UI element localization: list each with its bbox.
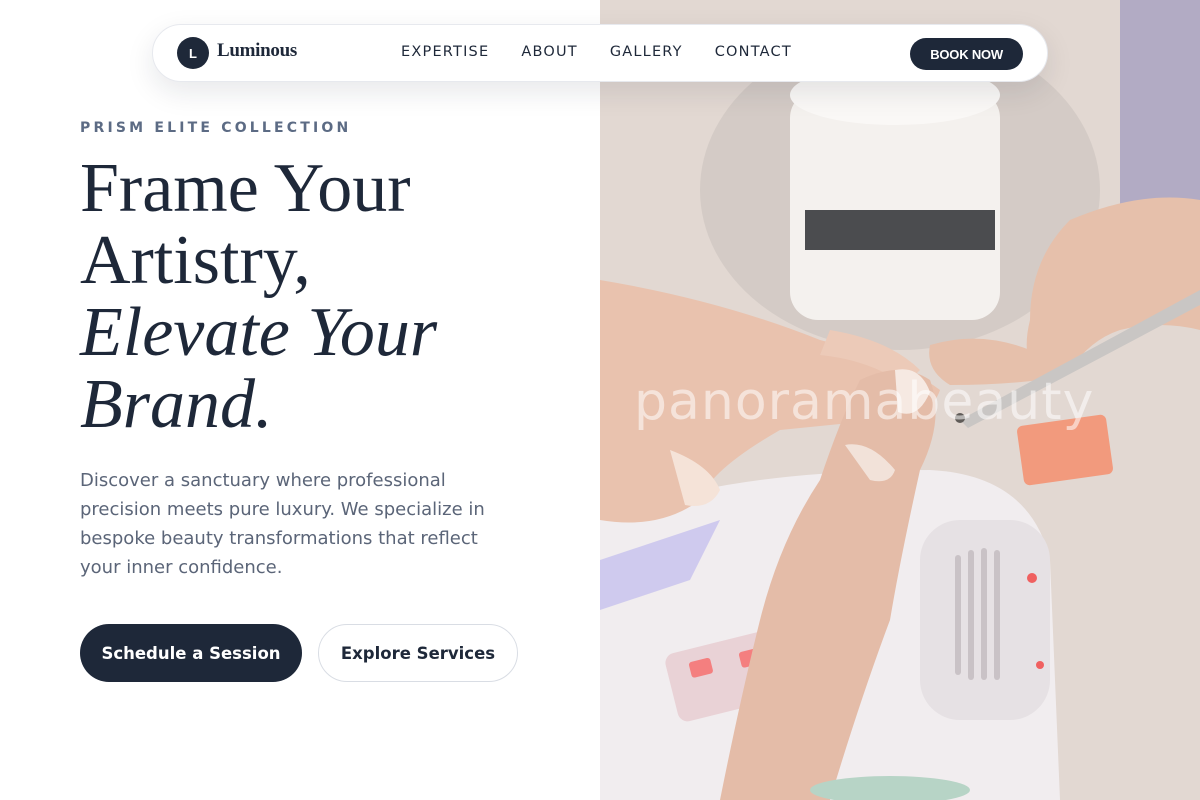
hero-description: Discover a sanctuary where professional … [80, 470, 485, 578]
schedule-session-button[interactable]: Schedule a Session [80, 624, 302, 682]
hero-photo: panoramabeauty [600, 0, 1200, 800]
brand-name[interactable]: Luminous [217, 40, 297, 62]
headline-line-3: Elevate Your [80, 294, 438, 371]
nav-link-expertise[interactable]: EXPERTISE [401, 44, 489, 60]
nav-link-about[interactable]: ABOUT [521, 44, 578, 60]
nav-link-gallery[interactable]: GALLERY [610, 44, 683, 60]
book-now-button[interactable]: BOOK NOW [910, 38, 1023, 70]
nav-link-contact[interactable]: CONTACT [715, 44, 792, 60]
image-watermark: panoramabeauty [634, 372, 1095, 432]
logo-mark-icon[interactable]: L [177, 37, 209, 69]
hero-eyebrow: PRISM ELITE COLLECTION [80, 120, 352, 136]
explore-services-button[interactable]: Explore Services [318, 624, 518, 682]
nav-links: EXPERTISE ABOUT GALLERY CONTACT [401, 44, 824, 60]
headline-line-1: Frame Your [80, 150, 411, 227]
hero-headline: Frame Your Artistry, Elevate Your Brand. [80, 153, 580, 441]
headline-line-4: Brand. [80, 366, 273, 443]
top-navigation: L Luminous EXPERTISE ABOUT GALLERY CONTA… [152, 24, 1048, 82]
headline-line-2: Artistry, [80, 222, 311, 299]
